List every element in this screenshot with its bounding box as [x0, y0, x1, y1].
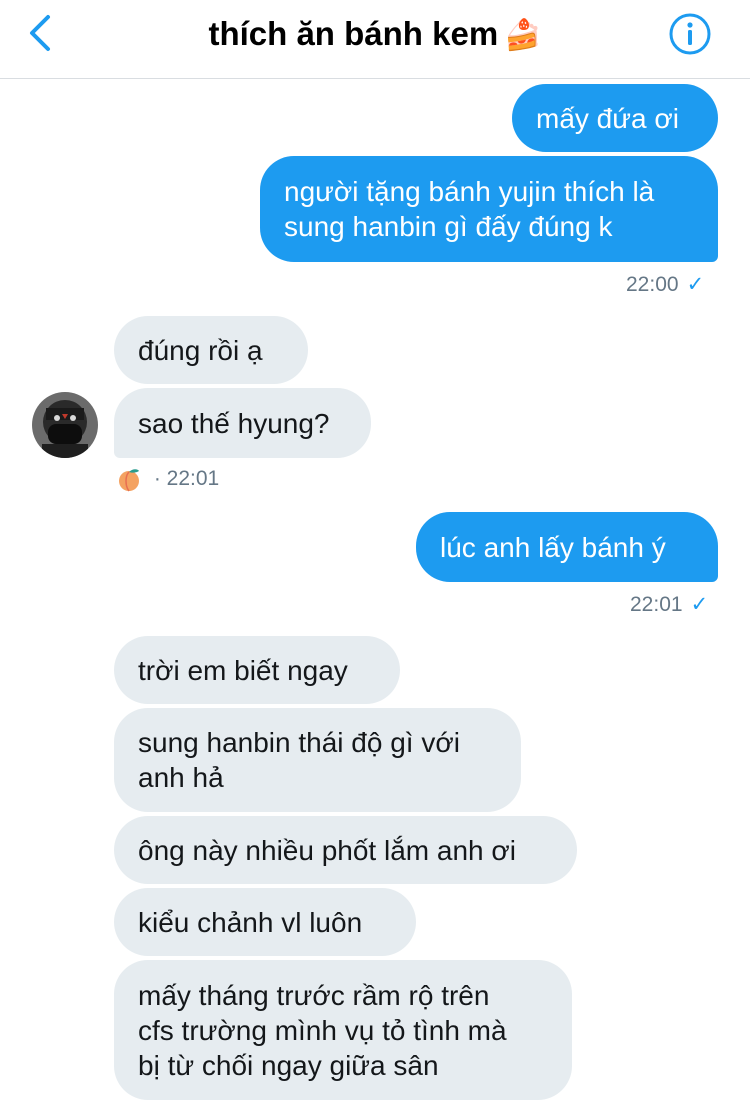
message-text: ông này nhiều phốt lắm anh ơi: [138, 834, 516, 866]
message-bubble-incoming[interactable]: ông này nhiều phốt lắm anh ơi: [114, 816, 577, 884]
info-button[interactable]: [668, 12, 712, 56]
avatar-image: [32, 392, 98, 458]
message-text: bị từ chối ngay giữa sân: [138, 1050, 439, 1081]
peach-emoji-icon[interactable]: [116, 466, 142, 492]
message-bubble-outgoing[interactable]: người tặng bánh yujin thích là sung hanb…: [260, 156, 718, 262]
message-text: mấy đứa ơi: [536, 102, 679, 134]
message-reaction-timestamp: · 22:01: [116, 466, 219, 492]
timestamp-text: 22:00: [626, 273, 679, 296]
message-text: người tặng bánh yujin thích là: [284, 176, 655, 207]
cake-emoji: 🍰: [504, 19, 542, 52]
message-text: lúc anh lấy bánh ý: [440, 531, 666, 563]
message-bubble-incoming[interactable]: kiểu chảnh vl luôn: [114, 888, 416, 956]
message-timestamp: 22:01 ✓: [630, 592, 708, 617]
message-bubble-incoming[interactable]: sung hanbin thái độ gì với anh hả: [114, 708, 521, 812]
message-text: đúng rồi ạ: [138, 334, 263, 366]
message-bubble-outgoing[interactable]: lúc anh lấy bánh ý: [416, 512, 718, 582]
conversation-title-text: thích ăn bánh kem: [208, 15, 499, 52]
message-text: trời em biết ngay: [138, 654, 348, 686]
avatar[interactable]: [32, 392, 98, 458]
read-check-icon: ✓: [686, 273, 705, 296]
info-circle-icon: [669, 13, 711, 55]
message-bubble-incoming[interactable]: mấy tháng trước rầm rộ trên cfs trường m…: [114, 960, 572, 1100]
message-bubble-outgoing[interactable]: mấy đứa ơi: [512, 84, 718, 152]
message-text: sao thế hyung?: [138, 407, 330, 439]
message-bubble-incoming[interactable]: trời em biết ngay: [114, 636, 400, 704]
message-timestamp: 22:00 ✓: [626, 272, 704, 297]
message-text: kiểu chảnh vl luôn: [138, 906, 363, 938]
timestamp-text: · 22:01: [153, 466, 220, 490]
message-text: sung hanbin gì đấy đúng k: [284, 211, 613, 242]
read-check-icon: ✓: [690, 593, 709, 616]
message-bubble-incoming[interactable]: sao thế hyung?: [114, 388, 371, 458]
conversation-header: thích ăn bánh kem 🍰: [0, 0, 750, 79]
message-text: sung hanbin thái độ gì với: [138, 727, 460, 758]
message-bubble-incoming[interactable]: đúng rồi ạ: [114, 316, 308, 384]
message-text: cfs trường mình vụ tỏ tình mà: [138, 1015, 507, 1046]
message-text: anh hả: [138, 762, 224, 793]
conversation-title: thích ăn bánh kem 🍰: [0, 12, 750, 58]
timestamp-text: 22:01: [630, 593, 683, 616]
message-text: mấy tháng trước rầm rộ trên: [138, 980, 490, 1011]
